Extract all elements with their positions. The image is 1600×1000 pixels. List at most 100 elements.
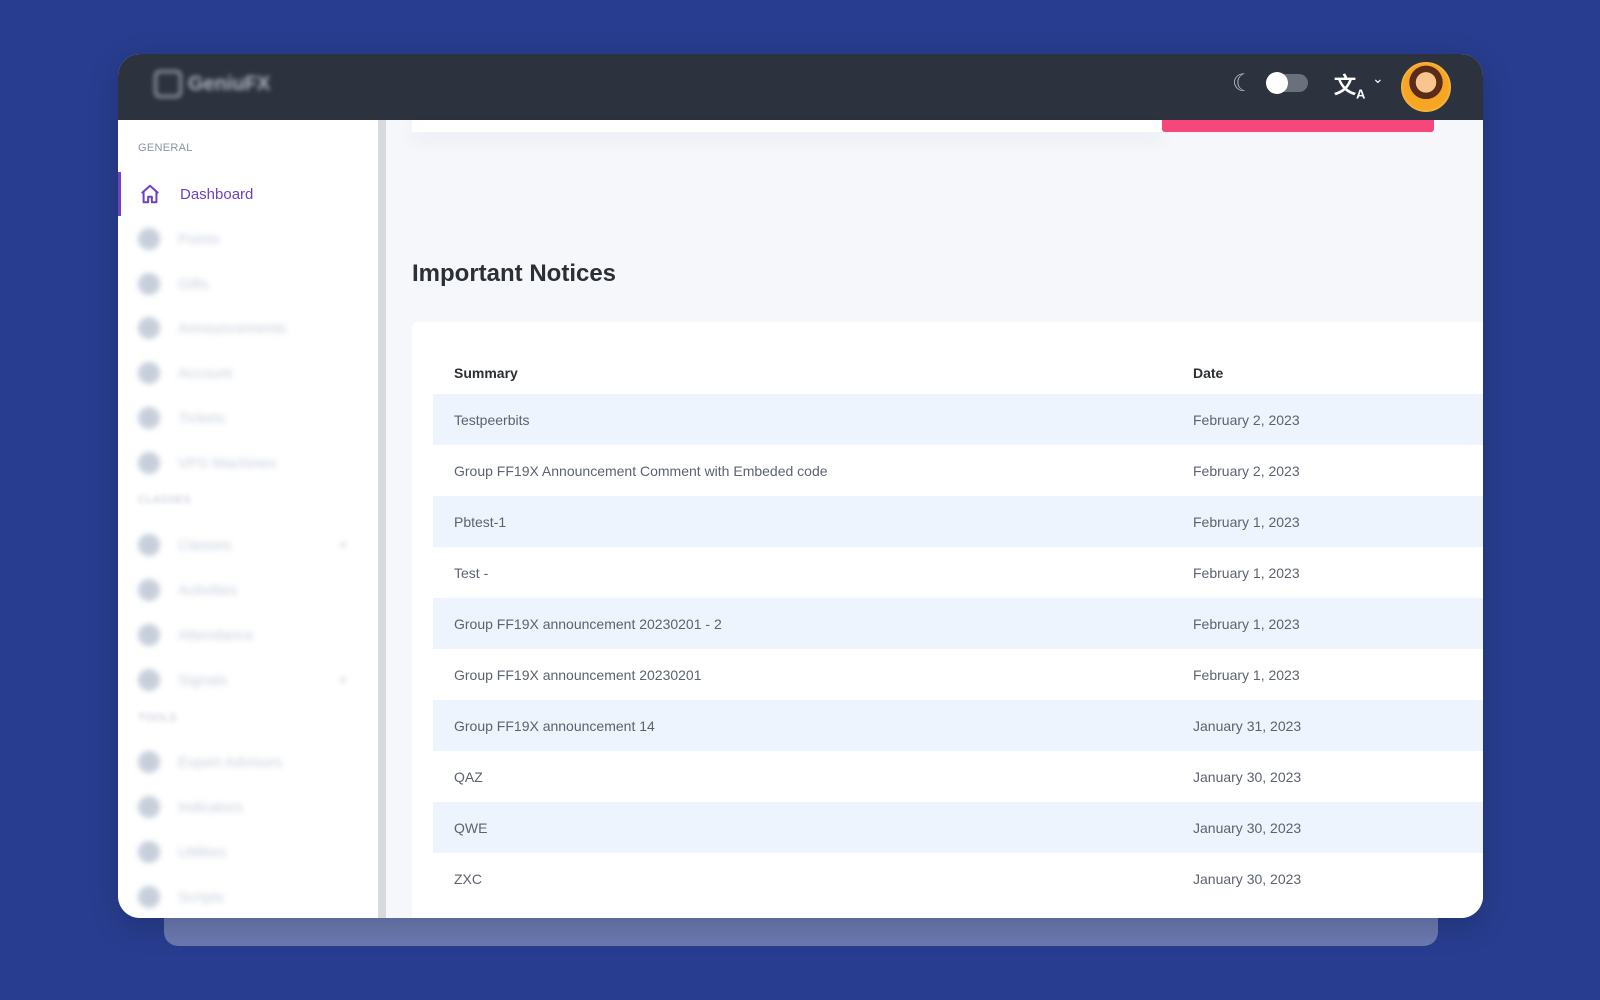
logo-mark-icon: [154, 70, 182, 98]
sidebar-item-vps-machines[interactable]: VPS Machines: [118, 441, 378, 485]
gift-icon: [138, 273, 160, 295]
page-title: Important Notices: [412, 260, 617, 287]
sidebar-item-label: Gifts: [178, 275, 209, 293]
chart-icon: [138, 796, 160, 818]
pink-card-edge: [1162, 120, 1434, 132]
sidebar-item-dashboard[interactable]: Dashboard: [118, 172, 378, 216]
table-row[interactable]: Group FF19X announcement 20230201 Februa…: [433, 649, 1483, 700]
sidebar-item-label: Utilities: [178, 843, 227, 861]
attendance-icon: [138, 624, 160, 646]
table-row[interactable]: QWE January 30, 2023: [433, 802, 1483, 853]
cell-summary: Testpeerbits: [433, 394, 1193, 445]
monitor-icon: [138, 452, 160, 474]
avatar[interactable]: [1401, 62, 1451, 112]
sidebar-item-label: Expert Advisors: [178, 753, 283, 771]
robot-icon: [138, 751, 160, 773]
sidebar-item-classes[interactable]: Classes ▾: [118, 523, 378, 567]
school-icon: [138, 534, 160, 556]
app-window: GeniuFX ☾ 文A ⌄ GENERAL Dashboard Points …: [118, 54, 1483, 918]
cell-date: January 30, 2023: [1193, 802, 1483, 853]
sidebar-item-tickets[interactable]: Tickets: [118, 396, 378, 440]
notices-table: Summary Date Testpeerbits February 2, 20…: [433, 352, 1483, 904]
script-icon: [138, 886, 160, 908]
table-header-row: Summary Date: [433, 352, 1483, 394]
sidebar-item-announcements[interactable]: Announcements: [118, 306, 378, 350]
sidebar-item-label: Tickets: [178, 409, 225, 427]
theme-toggle[interactable]: [1266, 72, 1308, 94]
cell-date: February 2, 2023: [1193, 394, 1483, 445]
sidebar-item-label: Account: [178, 364, 233, 382]
top-bar: GeniuFX ☾ 文A ⌄: [118, 54, 1483, 120]
chevron-down-icon[interactable]: ⌄: [1372, 70, 1384, 87]
cell-date: February 1, 2023: [1193, 649, 1483, 700]
sidebar-item-attendance[interactable]: Attendance: [118, 613, 378, 657]
column-header-date[interactable]: Date: [1193, 352, 1483, 394]
main-content: Important Notices Summary Date Testpeerb…: [386, 120, 1483, 918]
cell-date: February 1, 2023: [1193, 547, 1483, 598]
cell-summary: Group FF19X announcement 20230201 - 2: [433, 598, 1193, 649]
sidebar-item-label: Signals: [178, 671, 228, 689]
sidebar-item-points[interactable]: Points: [118, 217, 378, 261]
sidebar-item-gifts[interactable]: Gifts: [118, 262, 378, 306]
table-row[interactable]: QAZ January 30, 2023: [433, 751, 1483, 802]
sidebar-item-account[interactable]: Account: [118, 351, 378, 395]
info-icon: [138, 317, 160, 339]
cell-summary: Group FF19X Announcement Comment with Em…: [433, 445, 1193, 496]
signal-icon: [138, 669, 160, 691]
sidebar-scrollbar[interactable]: [378, 120, 386, 918]
top-card-edge: [412, 120, 1162, 132]
cell-summary: Group FF19X announcement 20230201: [433, 649, 1193, 700]
sidebar-item-label: Attendance: [178, 626, 254, 644]
cell-summary: Test -: [433, 547, 1193, 598]
table-row[interactable]: Pbtest-1 February 1, 2023: [433, 496, 1483, 547]
sidebar-item-signals[interactable]: Signals ▾: [118, 658, 378, 702]
logo[interactable]: GeniuFX: [154, 70, 270, 98]
sidebar-item-expert-advisors[interactable]: Expert Advisors: [118, 740, 378, 784]
chevron-down-icon: ▾: [340, 673, 347, 687]
scroll-fade: [412, 888, 1483, 918]
sidebar-item-label: Scripts: [178, 888, 224, 906]
section-label-tools: TOOLS: [138, 712, 177, 724]
sidebar-item-scripts[interactable]: Scripts: [118, 875, 378, 918]
sidebar-item-activities[interactable]: Activities: [118, 568, 378, 612]
sidebar: GENERAL Dashboard Points Gifts Announcem…: [118, 120, 378, 918]
cell-date: February 1, 2023: [1193, 598, 1483, 649]
sidebar-item-label: Points: [178, 230, 220, 248]
sidebar-item-label: Announcements: [178, 319, 287, 337]
sidebar-item-label: Indicators: [178, 798, 244, 816]
logo-text: GeniuFX: [188, 72, 271, 95]
cell-summary: QAZ: [433, 751, 1193, 802]
notices-table-card: Summary Date Testpeerbits February 2, 20…: [412, 322, 1483, 918]
globe-icon: [138, 228, 160, 250]
cell-summary: Pbtest-1: [433, 496, 1193, 547]
cell-summary: Group FF19X announcement 14: [433, 700, 1193, 751]
moon-icon: ☾: [1232, 70, 1254, 97]
section-label-classes: CLASSES: [138, 494, 191, 506]
home-icon: [138, 182, 162, 206]
table-row[interactable]: Group FF19X Announcement Comment with Em…: [433, 445, 1483, 496]
sidebar-item-label: Dashboard: [180, 185, 254, 203]
activity-icon: [138, 579, 160, 601]
sidebar-item-label: Activities: [178, 581, 238, 599]
cell-date: January 31, 2023: [1193, 700, 1483, 751]
cell-date: February 2, 2023: [1193, 445, 1483, 496]
column-header-summary[interactable]: Summary: [433, 352, 1193, 394]
table-row[interactable]: Testpeerbits February 2, 2023: [433, 394, 1483, 445]
table-row[interactable]: Test - February 1, 2023: [433, 547, 1483, 598]
user-icon: [138, 362, 160, 384]
sidebar-item-utilities[interactable]: Utilities: [118, 830, 378, 874]
sidebar-item-label: Classes: [178, 536, 232, 554]
cell-date: January 30, 2023: [1193, 751, 1483, 802]
chevron-down-icon: ▾: [340, 538, 347, 552]
ticket-icon: [138, 407, 160, 429]
tools-icon: [138, 841, 160, 863]
toggle-knob: [1266, 72, 1288, 94]
table-row[interactable]: Group FF19X announcement 20230201 - 2 Fe…: [433, 598, 1483, 649]
sidebar-item-label: VPS Machines: [178, 454, 277, 472]
cell-date: February 1, 2023: [1193, 496, 1483, 547]
sidebar-item-indicators[interactable]: Indicators: [118, 785, 378, 829]
section-label-general: GENERAL: [138, 142, 193, 154]
table-row[interactable]: Group FF19X announcement 14 January 31, …: [433, 700, 1483, 751]
cell-summary: QWE: [433, 802, 1193, 853]
translate-icon[interactable]: 文A: [1334, 68, 1365, 101]
